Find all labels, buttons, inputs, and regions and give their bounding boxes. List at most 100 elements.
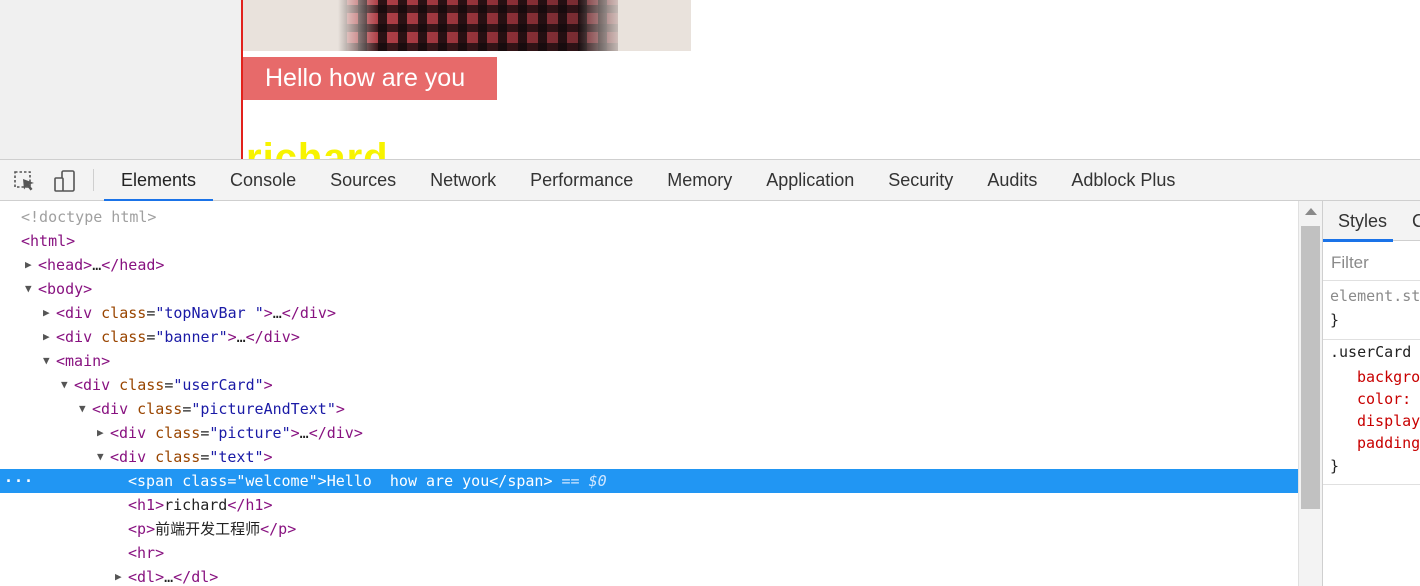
rule-divider [1323, 484, 1420, 485]
tree-row-usercard[interactable]: ▼ <div class="userCard"> [0, 373, 1298, 397]
tab-sources[interactable]: Sources [313, 160, 413, 201]
expand-triangle-icon[interactable]: ▶ [43, 301, 55, 325]
node-text: Hello how are you [326, 472, 490, 490]
css-property[interactable]: display: block; [1357, 412, 1420, 430]
collapse-triangle-icon[interactable]: ▼ [61, 373, 73, 397]
styles-filter-input[interactable] [1329, 251, 1420, 275]
collapse-triangle-icon[interactable]: ▼ [25, 277, 37, 301]
scroll-thumb[interactable] [1301, 226, 1320, 509]
tree-row-picture[interactable]: ▶ <div class="picture">…</div> [0, 421, 1298, 445]
tree-row-h1[interactable]: <h1>richard</h1> [0, 493, 1298, 517]
tag-name: div [83, 376, 111, 394]
tag-name: p [278, 520, 288, 538]
page-viewport: Hello how are you richard [0, 0, 1420, 159]
tab-elements[interactable]: Elements [104, 160, 214, 202]
attr-value: text [218, 448, 255, 466]
elements-scrollbar[interactable] [1298, 201, 1322, 586]
attr-name: class [182, 472, 228, 490]
expand-triangle-icon[interactable]: ▶ [97, 421, 109, 445]
elements-tree: <!doctype html> <html> ▶ <head>…</head> … [0, 201, 1298, 586]
page-left-gutter [0, 0, 242, 159]
tag-name: div [263, 328, 291, 346]
devtools-toolbar: Elements Console Sources Network Perform… [0, 159, 1420, 202]
node-text: richard [164, 496, 228, 514]
styles-filter-bar [1323, 242, 1420, 281]
tree-row-topnavbar[interactable]: ▶ <div class="topNavBar ">…</div> [0, 301, 1298, 325]
attr-name: class [155, 424, 201, 442]
tree-row-hr[interactable]: <hr> [0, 541, 1298, 565]
tree-row-text[interactable]: ▼ <div class="text"> [0, 445, 1298, 469]
tree-row-welcome-span-selected[interactable]: ··· <span class="welcome">Hello how are … [0, 469, 1298, 493]
attr-name: class [137, 400, 183, 418]
css-property[interactable]: background-color: #fff; [1357, 368, 1420, 386]
inspect-element-icon[interactable] [13, 170, 37, 192]
tag-name: p [137, 520, 147, 538]
tab-performance[interactable]: Performance [513, 160, 650, 201]
tab-application[interactable]: Application [749, 160, 871, 201]
profile-photo [243, 0, 691, 51]
tag-name: div [326, 424, 354, 442]
ellipsis: … [272, 304, 282, 322]
closing-brace: } [1330, 457, 1340, 475]
element-style-selector: element.style { [1330, 287, 1420, 305]
css-rule-selector[interactable]: .userCard { [1330, 343, 1420, 361]
tab-adblock-plus[interactable]: Adblock Plus [1054, 160, 1192, 201]
css-property[interactable]: color: #fff; [1357, 390, 1420, 408]
attr-value: banner [164, 328, 219, 346]
tag-name: div [65, 304, 93, 322]
tab-computed[interactable]: Computed [1412, 201, 1420, 241]
collapse-triangle-icon[interactable]: ▼ [97, 445, 109, 469]
attr-value: welcome [245, 472, 309, 490]
welcome-label: Hello how are you [243, 57, 497, 100]
tag-name: dl [191, 568, 210, 586]
collapse-triangle-icon[interactable]: ▼ [43, 349, 55, 373]
tag-name: h1 [137, 496, 156, 514]
ellipsis: … [299, 424, 309, 442]
tree-row-dl[interactable]: ▶ <dl>…</dl> [0, 565, 1298, 586]
ellipsis: … [92, 256, 102, 274]
collapse-triangle-icon[interactable]: ▼ [79, 397, 91, 421]
tab-styles[interactable]: Styles [1323, 201, 1394, 242]
attr-name: class [155, 448, 201, 466]
tag-name: div [65, 328, 93, 346]
tree-row-doctype[interactable]: <!doctype html> [0, 205, 1298, 229]
tab-console[interactable]: Console [213, 160, 313, 201]
plaid-shirt-image [338, 0, 618, 51]
tree-row-main[interactable]: ▼ <main> [0, 349, 1298, 373]
expand-triangle-icon[interactable]: ▶ [25, 253, 37, 277]
node-text: 前端开发工程师 [155, 520, 261, 538]
tab-audits[interactable]: Audits [970, 160, 1054, 201]
attr-name: class [101, 304, 147, 322]
tag-name: span [137, 472, 174, 490]
tree-row-pictureandtext[interactable]: ▼ <div class="pictureAndText"> [0, 397, 1298, 421]
tree-row-head[interactable]: ▶ <head>…</head> [0, 253, 1298, 277]
tree-row-p[interactable]: <p>前端开发工程师</p> [0, 517, 1298, 541]
tag-name: hr [137, 544, 156, 562]
tag-name: span [507, 472, 544, 490]
tab-memory[interactable]: Memory [650, 160, 749, 201]
tab-security[interactable]: Security [871, 160, 970, 201]
attr-name: class [119, 376, 165, 394]
attr-value: picture [218, 424, 282, 442]
ellipsis: … [164, 568, 174, 586]
more-options-icon[interactable]: ··· [4, 469, 34, 493]
device-toolbar-icon[interactable] [53, 170, 77, 192]
scroll-up-arrow-icon[interactable] [1305, 208, 1317, 215]
css-property[interactable]: padding: 0; [1357, 434, 1420, 452]
attr-value: userCard [182, 376, 255, 394]
expand-triangle-icon[interactable]: ▶ [43, 325, 55, 349]
tag-name: dl [137, 568, 156, 586]
tree-row-banner[interactable]: ▶ <div class="banner">…</div> [0, 325, 1298, 349]
tag-name: head [47, 256, 84, 274]
tree-row-body[interactable]: ▼ <body> [0, 277, 1298, 301]
styles-pane: Styles Computed element.style { } .userC… [1322, 201, 1420, 586]
tag-name: h1 [245, 496, 264, 514]
devtools-tab-strip: Elements Console Sources Network Perform… [104, 160, 1192, 202]
tag-name: head [119, 256, 156, 274]
doctype-text: <!doctype html> [21, 208, 157, 226]
tab-network[interactable]: Network [413, 160, 513, 201]
rule-divider [1323, 339, 1420, 340]
name-heading: richard [246, 136, 389, 159]
tree-row-html[interactable]: <html> [0, 229, 1298, 253]
expand-triangle-icon[interactable]: ▶ [115, 565, 127, 586]
